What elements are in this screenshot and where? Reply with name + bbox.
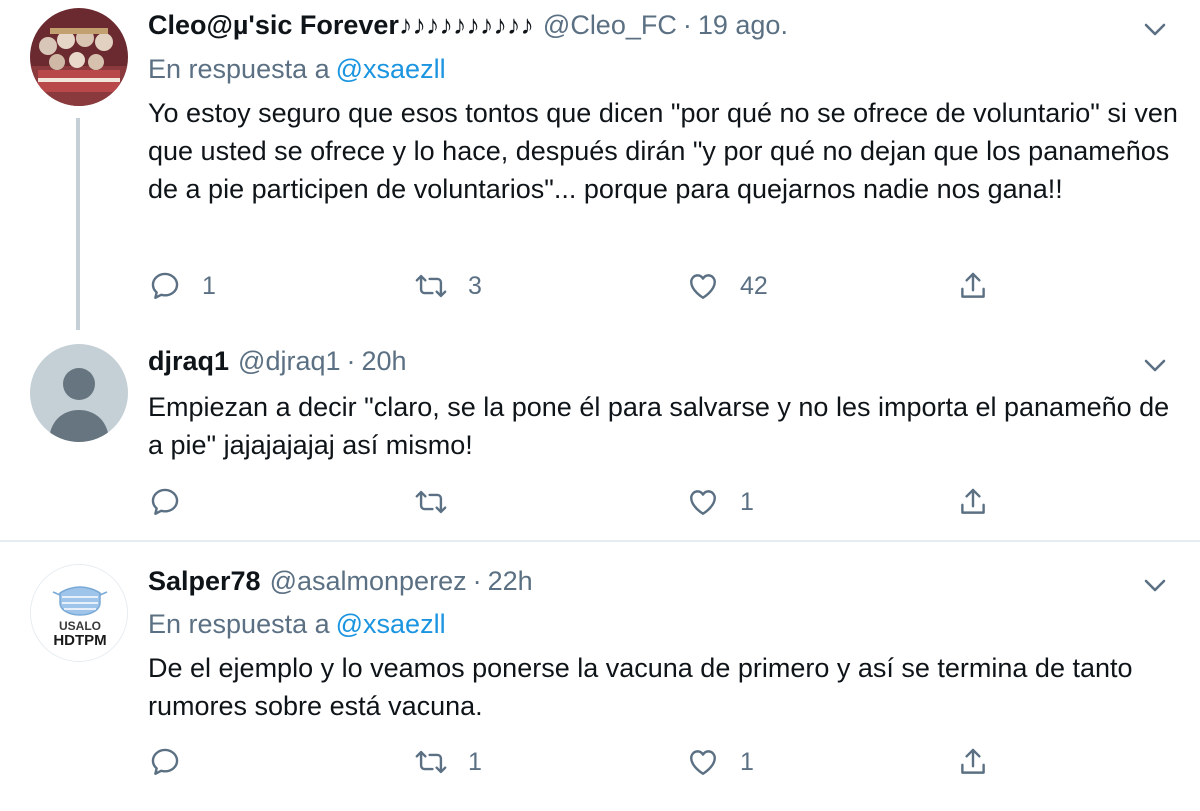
avatar-text-bottom: HDTPM — [53, 632, 106, 649]
like-button[interactable]: 1 — [686, 744, 754, 780]
retweet-count: 3 — [468, 271, 482, 300]
like-count: 1 — [740, 487, 754, 516]
share-icon — [961, 488, 985, 514]
share-button[interactable] — [956, 268, 990, 304]
reply-button[interactable]: 1 — [148, 268, 216, 304]
display-name[interactable]: djraq1 — [148, 346, 229, 377]
tweet[interactable]: djraq1 @djraq1 · 20h Empiezan a decir "c… — [0, 330, 1200, 542]
timestamp[interactable]: 19 ago. — [698, 10, 788, 41]
like-icon — [690, 274, 716, 299]
reply-label: En respuesta a — [148, 54, 330, 84]
tweet-header: Salper78 @asalmonperez · 22h — [148, 566, 533, 600]
mask-icon: USALO HDTPM — [31, 565, 127, 661]
reply-count: 1 — [202, 271, 216, 300]
tweet-header: djraq1 @djraq1 · 20h — [148, 346, 407, 380]
like-button[interactable]: 42 — [686, 268, 768, 304]
reply-button[interactable] — [148, 744, 202, 780]
share-button[interactable] — [956, 484, 990, 520]
separator-dot: · — [682, 10, 692, 40]
separator-dot: · — [346, 346, 356, 376]
reply-context: En respuesta a @xsaezll — [148, 54, 446, 85]
display-name[interactable]: Salper78 — [148, 566, 261, 597]
thread-line — [76, 118, 80, 330]
mention-link[interactable]: @xsaezll — [336, 54, 446, 84]
username[interactable]: @Cleo_FC — [543, 10, 677, 41]
retweet-icon — [415, 490, 447, 514]
avatar[interactable] — [30, 344, 128, 442]
reply-icon — [151, 488, 179, 515]
chevron-down-icon[interactable] — [1140, 570, 1170, 600]
like-icon — [690, 750, 716, 775]
username[interactable]: @asalmonperez — [270, 566, 467, 597]
timestamp[interactable]: 22h — [488, 566, 533, 597]
reply-icon — [151, 748, 179, 775]
avatar-photo — [30, 8, 128, 106]
timestamp[interactable]: 20h — [362, 346, 407, 377]
retweet-button[interactable]: 3 — [414, 268, 482, 304]
retweet-count: 1 — [468, 747, 482, 776]
avatar-text-top: USALO — [59, 619, 101, 633]
like-icon — [690, 490, 716, 515]
like-button[interactable]: 1 — [686, 484, 754, 520]
reply-icon — [151, 272, 179, 299]
retweet-icon — [415, 274, 447, 298]
share-button[interactable] — [956, 744, 990, 780]
chevron-down-icon[interactable] — [1140, 350, 1170, 380]
tweet[interactable]: USALO HDTPM Salper78 @asalmonperez · 22h… — [0, 544, 1200, 811]
default-avatar-icon — [30, 344, 128, 442]
tweet-actions: 1 3 42 — [148, 268, 1008, 304]
chevron-down-icon[interactable] — [1140, 14, 1170, 44]
share-icon — [961, 748, 985, 774]
mention-link[interactable]: @xsaezll — [336, 609, 446, 639]
tweet-actions: 1 1 — [148, 744, 1008, 780]
separator-dot: · — [472, 566, 482, 596]
tweet-text: De el ejemplo y lo veamos ponerse la vac… — [148, 653, 1133, 721]
avatar[interactable]: USALO HDTPM — [30, 564, 128, 662]
username[interactable]: @djraq1 — [238, 346, 340, 377]
reply-label: En respuesta a — [148, 609, 330, 639]
share-icon — [961, 272, 985, 298]
retweet-icon — [415, 750, 447, 774]
like-count: 42 — [740, 271, 768, 300]
tweet-header: Cleo@µ'sic Forever♪♪♪♪♪♪♪♪♪♪ @Cleo_FC · … — [148, 10, 788, 44]
tweet-text: Yo estoy seguro que esos tontos que dice… — [148, 98, 1178, 204]
tweet[interactable]: Cleo@µ'sic Forever♪♪♪♪♪♪♪♪♪♪ @Cleo_FC · … — [0, 0, 1200, 330]
retweet-button[interactable] — [414, 484, 468, 520]
display-name[interactable]: Cleo@µ'sic Forever♪♪♪♪♪♪♪♪♪♪ — [148, 10, 534, 41]
tweet-text: Empiezan a decir "claro, se la pone él p… — [148, 392, 1170, 460]
tweet-actions: 1 — [148, 484, 1008, 520]
like-count: 1 — [740, 747, 754, 776]
reply-button[interactable] — [148, 484, 202, 520]
retweet-button[interactable]: 1 — [414, 744, 482, 780]
avatar[interactable] — [30, 8, 128, 106]
reply-context: En respuesta a @xsaezll — [148, 609, 446, 640]
